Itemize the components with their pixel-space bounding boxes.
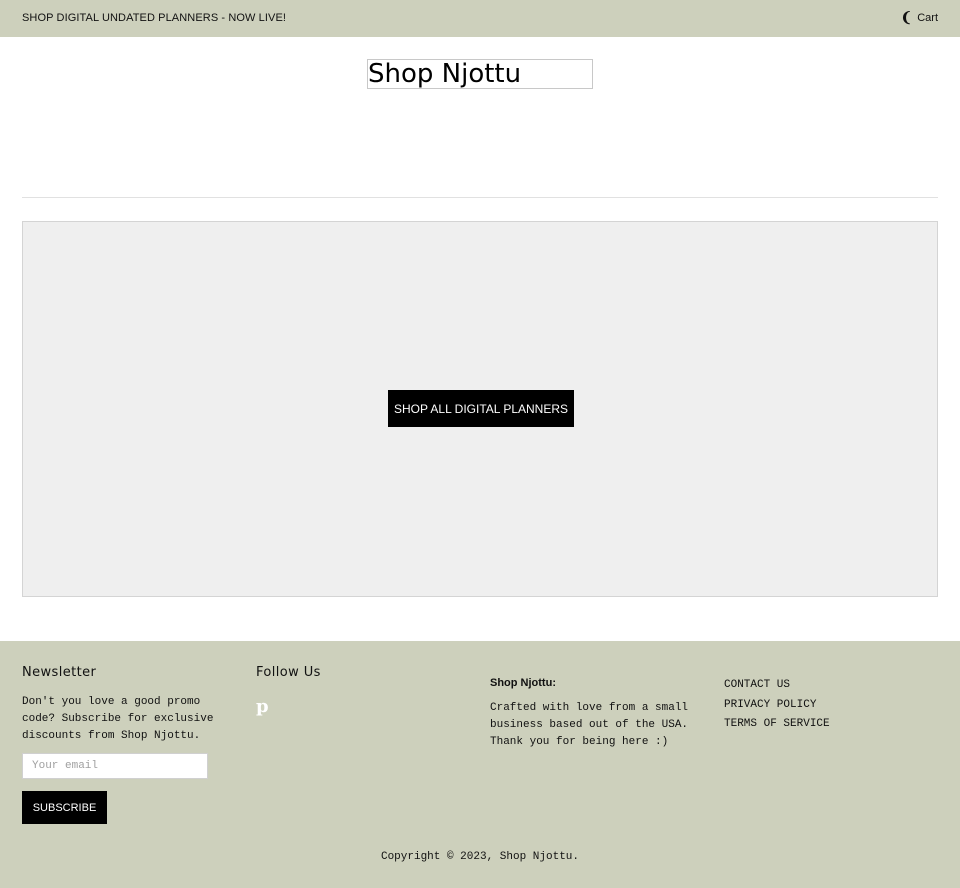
cart-link[interactable]: ❨ Cart <box>900 8 938 25</box>
terms-of-service-link[interactable]: TERMS OF SERVICE <box>724 715 830 735</box>
cart-label: Cart <box>917 12 938 24</box>
contact-us-link[interactable]: CONTACT US <box>724 676 830 696</box>
newsletter-title: Newsletter <box>22 665 97 680</box>
header-divider <box>22 197 938 198</box>
hero-banner: SHOP ALL DIGITAL PLANNERS <box>22 221 938 597</box>
newsletter-text: Don't you love a good promo code? Subscr… <box>22 696 214 742</box>
site-logo[interactable]: Shop Njottu <box>367 59 593 89</box>
copyright-text: Copyright © 2023, Shop Njottu. <box>380 851 580 863</box>
subscribe-button[interactable]: SUBSCRIBE <box>22 791 107 824</box>
footer-links: CONTACT US PRIVACY POLICY TERMS OF SERVI… <box>724 676 830 735</box>
privacy-policy-link[interactable]: PRIVACY POLICY <box>724 696 830 716</box>
shop-heading: Shop Njottu: <box>490 677 556 689</box>
pinterest-icon[interactable]: p <box>256 696 269 717</box>
cart-bag-icon: ❨ <box>900 8 913 25</box>
email-field[interactable] <box>22 753 208 779</box>
shop-all-planners-button[interactable]: SHOP ALL DIGITAL PLANNERS <box>388 390 574 427</box>
announcement-text[interactable]: SHOP DIGITAL UNDATED PLANNERS - NOW LIVE… <box>22 12 286 24</box>
follow-us-title: Follow Us <box>256 665 321 680</box>
logo-text: Shop Njottu <box>368 59 522 89</box>
announcement-bar: SHOP DIGITAL UNDATED PLANNERS - NOW LIVE… <box>0 0 960 37</box>
site-footer: Newsletter Don't you love a good promo c… <box>0 641 960 888</box>
shop-description: Crafted with love from a small business … <box>490 702 689 748</box>
